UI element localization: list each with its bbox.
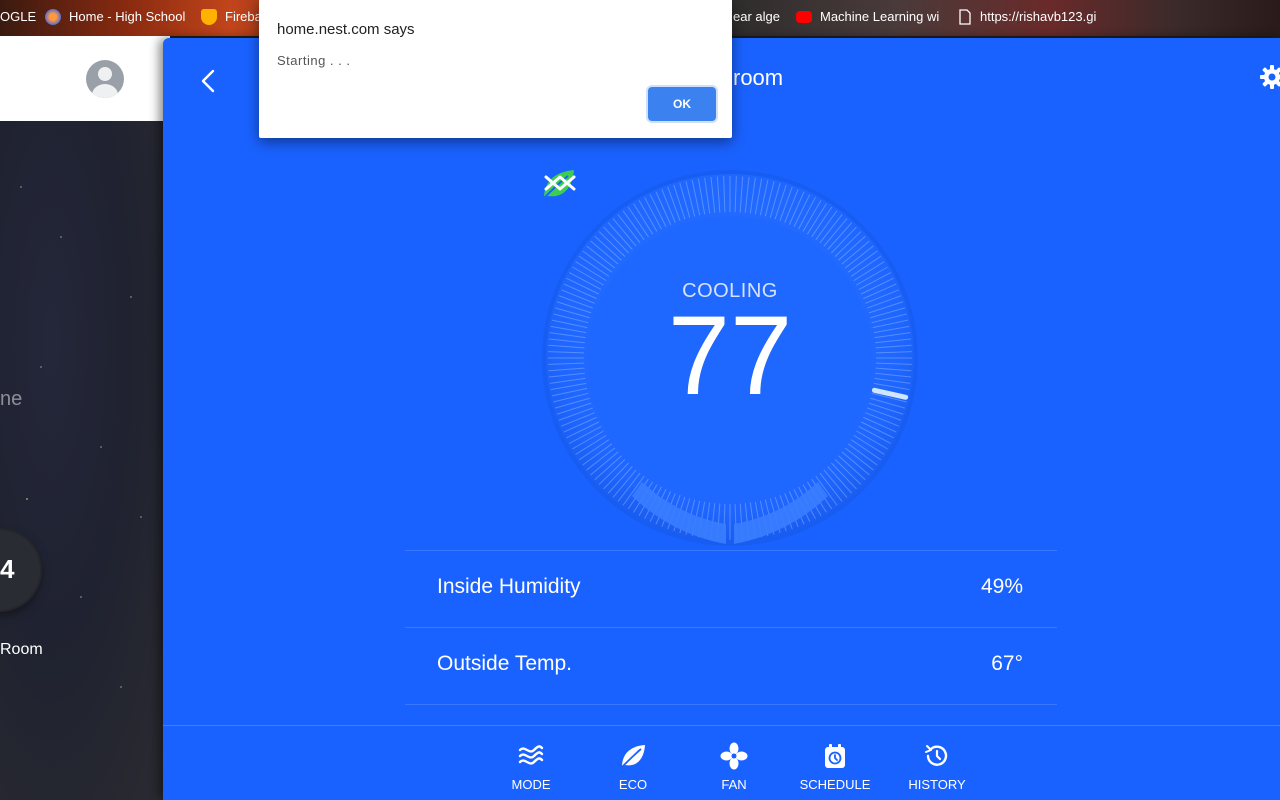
firebase-icon [201,8,217,25]
stat-label: Outside Temp. [437,652,573,675]
dialog-message: Starting . . . [277,53,351,68]
bookmark-item[interactable]: Home - High School [45,0,185,33]
star-dot [130,296,132,298]
star-dot [80,596,82,598]
home-background-page: ne 4 Room [0,36,170,800]
nav-history[interactable]: HISTORY [897,742,977,792]
mode-icon [518,745,544,765]
nav-schedule[interactable]: SCHEDULE [795,742,875,792]
star-dot [100,446,102,448]
room-label[interactable]: Room [0,641,43,659]
temp-up-button[interactable] [540,168,580,198]
stat-value: 49% [980,575,1023,598]
alert-dialog: home.nest.com says Starting . . . OK [259,0,732,138]
stat-value: 67° [991,652,1023,675]
history-icon [925,745,948,766]
nav-eco[interactable]: ECO [593,742,673,792]
schedule-icon [825,744,845,768]
bookmark-label: ear alge [733,9,780,24]
star-dot [120,686,122,688]
stat-row-outside-temp: Outside Temp. 67° [405,627,1057,705]
youtube-icon [796,10,812,23]
mini-thermostat-value: 4 [0,554,15,584]
bookmark-item[interactable]: ear alge [733,0,780,33]
star-dot [26,498,28,500]
nav-label: FAN [721,777,747,792]
stat-label: Inside Humidity [437,575,581,598]
fan-icon [720,742,748,770]
bookmark-label: Fireba [225,9,262,24]
dialog-title: home.nest.com says [277,21,415,38]
bookmark-label: Machine Learning wi [820,9,940,24]
bookmark-item[interactable]: OGLE [0,0,36,33]
page-icon [959,8,971,25]
stats-list: Inside Humidity 49% Outside Temp. 67° [405,550,1057,705]
home-name-text: ne [0,388,23,410]
school-icon [45,8,61,25]
bookmark-item[interactable]: Fireba [201,0,262,33]
thermostat-panel: room COOLING 77 Inside Humidity 49% Outs… [163,38,1280,800]
nav-label: MODE [511,777,551,792]
nav-label: ECO [618,777,648,792]
bookmark-label: Home - High School [69,9,186,24]
gear-icon[interactable] [1259,64,1280,90]
mini-thermostat[interactable]: 4 [0,530,40,610]
leaf-icon [621,745,645,768]
star-dot [40,366,42,368]
ok-button[interactable]: OK [648,87,716,121]
bookmark-label: OGLE [0,9,37,24]
app-header [0,36,170,121]
star-dot [140,516,142,518]
target-temperature: 77 [667,293,793,418]
avatar[interactable] [86,60,124,98]
nav-label: HISTORY [908,777,966,792]
bookmark-label: https://rishavb123.gi [980,9,1097,24]
bottom-nav: MODE ECO FAN SCHEDULE HISTORY [163,725,1280,800]
thermostat-dial[interactable]: COOLING 77 [540,168,920,548]
star-dot [60,236,62,238]
bookmark-item[interactable]: Machine Learning wi [796,0,939,33]
nav-label: SCHEDULE [799,777,871,792]
star-dot [20,186,22,188]
bookmark-item[interactable]: https://rishavb123.gi [958,0,1096,33]
nav-mode[interactable]: MODE [491,742,571,792]
back-icon[interactable] [197,66,219,96]
room-title: room [733,65,784,90]
nav-fan[interactable]: FAN [694,742,774,792]
stat-row-humidity: Inside Humidity 49% [405,550,1057,627]
